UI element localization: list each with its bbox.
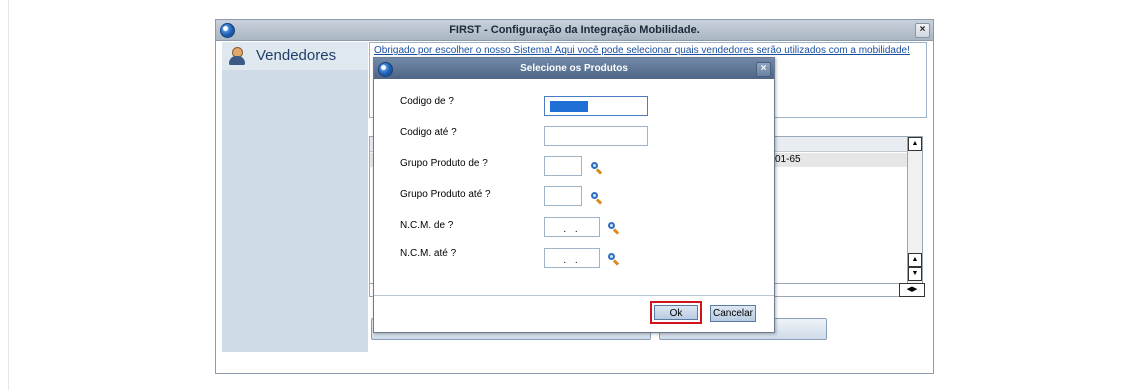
- dialog-title: Selecione os Produtos: [520, 63, 628, 74]
- codigo-ate-input[interactable]: [544, 126, 648, 146]
- scroll-left-right-buttons[interactable]: ◀▶: [899, 283, 925, 297]
- ncm-ate-input[interactable]: . .: [544, 248, 600, 268]
- ncm-ate-label: N.C.M. até ?: [400, 248, 457, 259]
- search-lookup-icon[interactable]: [607, 253, 620, 266]
- ncm-de-input[interactable]: . .: [544, 217, 600, 237]
- sidebar-title: Vendedores: [256, 47, 337, 64]
- scroll-up-button-lower[interactable]: ▲: [908, 253, 922, 267]
- search-lookup-icon[interactable]: [607, 222, 620, 235]
- app-logo-icon: [220, 23, 235, 38]
- grupo-produto-de-label: Grupo Produto de ?: [400, 158, 488, 169]
- window-title-bar: FIRST - Configuração da Integração Mobil…: [216, 20, 933, 41]
- ok-button[interactable]: Ok: [654, 305, 698, 320]
- grid-cell: 01-65: [775, 154, 801, 165]
- ncm-de-label: N.C.M. de ?: [400, 220, 454, 231]
- dialog-title-bar: Selecione os Produtos ×: [374, 58, 774, 79]
- sidebar-header[interactable]: Vendedores: [222, 42, 368, 70]
- grid-vertical-scrollbar[interactable]: ▲ ▲ ▼: [907, 136, 923, 292]
- window-title: FIRST - Configuração da Integração Mobil…: [449, 24, 700, 36]
- dialog-logo-icon: [378, 62, 393, 77]
- text-selection: [550, 101, 588, 112]
- ncm-de-mask: . .: [563, 224, 581, 235]
- info-text: Obrigado por escolher o nosso Sistema! A…: [374, 45, 910, 56]
- scroll-up-button[interactable]: ▲: [908, 137, 922, 151]
- codigo-de-input[interactable]: [544, 96, 648, 116]
- search-lookup-icon[interactable]: [590, 192, 603, 205]
- scroll-down-button[interactable]: ▼: [908, 267, 922, 281]
- window-close-button[interactable]: ×: [915, 23, 930, 38]
- search-lookup-icon[interactable]: [590, 162, 603, 175]
- ncm-ate-mask: . .: [563, 255, 581, 266]
- page-left-rule: [8, 0, 9, 390]
- grupo-produto-ate-input[interactable]: [544, 186, 582, 206]
- cancel-button[interactable]: Cancelar: [710, 305, 756, 322]
- dialog-divider: [374, 295, 774, 296]
- user-icon: [228, 47, 246, 65]
- ok-button-highlight: Ok: [650, 301, 702, 324]
- grupo-produto-de-input[interactable]: [544, 156, 582, 176]
- codigo-ate-label: Codigo até ?: [400, 127, 457, 138]
- grupo-produto-ate-label: Grupo Produto até ?: [400, 189, 491, 200]
- dialog-close-button[interactable]: ×: [756, 62, 771, 77]
- sidebar: Vendedores: [222, 42, 368, 352]
- codigo-de-label: Codigo de ?: [400, 96, 454, 107]
- select-products-dialog: Selecione os Produtos × Codigo de ? Codi…: [373, 57, 775, 333]
